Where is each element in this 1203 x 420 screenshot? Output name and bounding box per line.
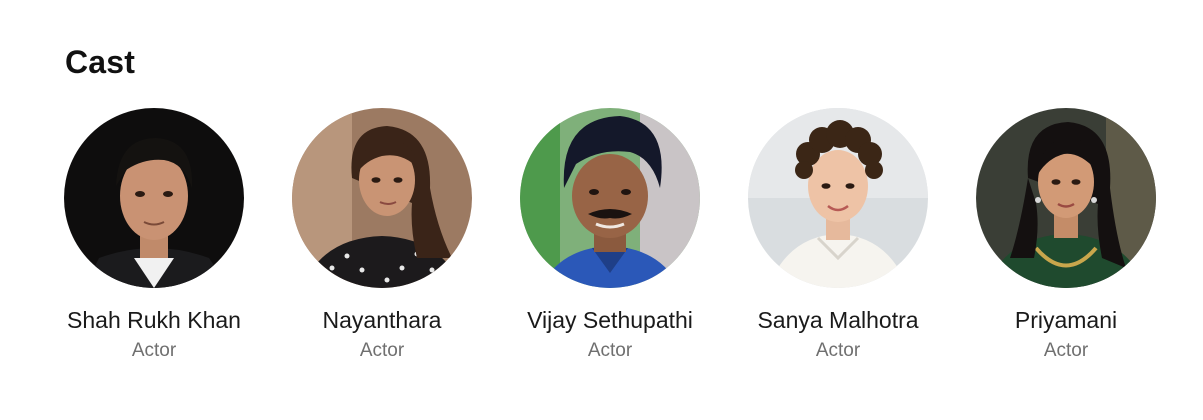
cast-card-shah-rukh-khan[interactable]: Shah Rukh Khan Actor xyxy=(40,108,268,363)
portrait-vijay-sethupathi-icon xyxy=(520,108,700,288)
portrait-nayanthara-icon xyxy=(292,108,472,288)
actor-name[interactable]: Priyamani xyxy=(1015,306,1117,334)
cast-card-vijay-sethupathi[interactable]: Vijay Sethupathi Actor xyxy=(496,108,724,363)
avatar[interactable] xyxy=(292,108,472,288)
avatar[interactable] xyxy=(64,108,244,288)
actor-name[interactable]: Shah Rukh Khan xyxy=(67,306,241,334)
portrait-priyamani-icon xyxy=(976,108,1156,288)
actor-name[interactable]: Sanya Malhotra xyxy=(757,306,918,334)
actor-role: Actor xyxy=(131,340,177,361)
cast-section: Cast Shah Rukh Khan Actor Nayanthara Act… xyxy=(0,0,1203,420)
cast-card-priyamani[interactable]: Priyamani Actor xyxy=(952,108,1180,363)
avatar[interactable] xyxy=(748,108,928,288)
actor-role: Actor xyxy=(1043,340,1089,361)
avatar[interactable] xyxy=(976,108,1156,288)
cast-list: Shah Rukh Khan Actor Nayanthara Actor Vi… xyxy=(40,108,1180,363)
avatar[interactable] xyxy=(520,108,700,288)
portrait-sanya-malhotra-icon xyxy=(748,108,928,288)
cast-card-sanya-malhotra[interactable]: Sanya Malhotra Actor xyxy=(724,108,952,363)
actor-name[interactable]: Nayanthara xyxy=(323,306,442,334)
actor-role: Actor xyxy=(587,340,633,361)
actor-role: Actor xyxy=(359,340,405,361)
cast-card-nayanthara[interactable]: Nayanthara Actor xyxy=(268,108,496,363)
portrait-shah-rukh-khan-icon xyxy=(64,108,244,288)
actor-role: Actor xyxy=(815,340,861,361)
actor-name[interactable]: Vijay Sethupathi xyxy=(527,306,693,334)
section-title: Cast xyxy=(65,44,136,80)
